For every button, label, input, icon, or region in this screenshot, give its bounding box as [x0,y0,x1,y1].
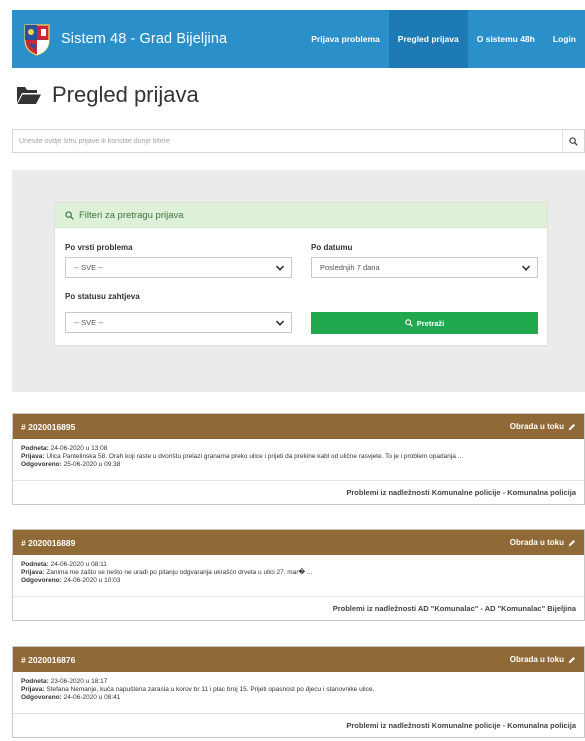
type-filter-value: -- SVE -- [74,263,104,272]
report-submitted: Podneta: 24-06-2020 u 08:11 [21,561,107,568]
chevron-down-icon [275,320,285,326]
search-icon [569,136,578,146]
pencil-icon [568,656,576,663]
top-navbar: Sistem 48 - Grad Bijeljina Prijava probl… [12,10,585,68]
report-text: Prijava: Zanima me zašto se nešto ne ura… [21,569,313,577]
brand-title: Sistem 48 - Grad Bijeljina [61,31,228,47]
search-bar [12,129,585,153]
report-card[interactable]: # 2020016889 Obrada u toku Podneta: 24-0… [12,529,585,621]
report-id[interactable]: # 2020016895 [21,422,75,432]
status-text: Obrada u toku [509,422,564,431]
report-department: Problemi iz nadležnosti Komunalne polici… [346,720,576,730]
status-text: Obrada u toku [509,655,564,664]
brand[interactable]: Sistem 48 - Grad Bijeljina [12,10,302,68]
report-card-body: Podneta: 23-06-2020 u 18:17 Prijava: Ste… [13,672,584,703]
report-text: Prijava: Ulica Pantelinska 58. Orah koji… [21,453,464,461]
report-card-body: Podneta: 24-06-2020 u 08:11 Prijava: Zan… [13,555,584,586]
filter-area: Filteri za pretragu prijava Po vrsti pro… [12,170,585,392]
report-answered: Odgovoreno: 25-06-2020 u 09:38 [21,461,121,469]
status-filter-select[interactable]: -- SVE -- [65,312,292,333]
date-filter-select[interactable]: Poslednjih 7 dana [311,257,538,278]
status-text: Obrada u toku [509,538,564,547]
page-title: Pregled prijava [52,82,199,107]
folder-open-icon [17,87,41,104]
report-card[interactable]: # 2020016876 Obrada u toku Podneta: 23-0… [12,646,585,738]
search-icon-button[interactable] [562,130,584,152]
search-button-label: Pretraži [416,318,445,328]
page-title-row: Pregled prijava [16,82,199,108]
nav-item-prijava-problema[interactable]: Prijava problema [302,10,389,68]
report-answered: Odgovoreno: 24-06-2020 u 10:03 [21,577,121,585]
report-text: Prijava: Stefana Nemanje, kuća napuštena… [21,686,375,694]
report-card-header: # 2020016895 Obrada u toku [13,414,584,439]
report-card-header: # 2020016876 Obrada u toku [13,647,584,672]
report-card-body: Podneta: 24-06-2020 u 13:08 Prijava: Uli… [13,439,584,470]
date-filter-value: Poslednjih 7 dana [320,263,380,272]
status-badge: Obrada u toku [510,655,576,664]
report-card-header: # 2020016889 Obrada u toku [13,530,584,555]
search-button[interactable]: Pretraži [311,312,538,334]
search-input[interactable] [13,130,562,152]
nav-item-login[interactable]: Login [544,10,585,68]
report-submitted: Podneta: 23-06-2020 u 18:17 [21,678,108,685]
status-badge: Obrada u toku [510,422,576,431]
report-answered: Odgovoreno: 24-06-2020 u 08:41 [21,694,121,702]
nav-menu: Prijava problema Pregled prijava O siste… [302,10,585,68]
magnifier-icon [65,210,74,220]
type-filter-select[interactable]: -- SVE -- [65,257,292,278]
nav-item-o-sistemu[interactable]: O sistemu 48h [468,10,544,68]
filter-panel: Filteri za pretragu prijava Po vrsti pro… [54,202,548,346]
report-department: Problemi iz nadležnosti Komunalne polici… [346,487,576,497]
report-id[interactable]: # 2020016889 [21,538,75,548]
status-filter-label: Po statusu zahtjeva [65,292,140,301]
report-card[interactable]: # 2020016895 Obrada u toku Podneta: 24-0… [12,413,585,505]
status-filter-value: -- SVE -- [74,318,104,327]
report-id[interactable]: # 2020016876 [21,655,75,665]
report-department: Problemi iz nadležnosti AD "Komunalac" -… [332,603,576,613]
nav-item-pregled-prijava[interactable]: Pregled prijava [388,10,468,68]
status-badge: Obrada u toku [510,538,576,547]
search-icon [404,319,413,327]
filter-heading: Filteri za pretragu prijava [55,203,547,228]
filter-heading-text: Filteri za pretragu prijava [79,209,184,221]
pencil-icon [568,423,576,430]
chevron-down-icon [521,265,531,271]
type-filter-label: Po vrsti problema [65,243,133,252]
pencil-icon [568,539,576,546]
report-submitted: Podneta: 24-06-2020 u 13:08 [21,445,108,452]
city-crest-logo [24,24,50,56]
date-filter-label: Po datumu [311,243,353,252]
chevron-down-icon [275,265,285,271]
